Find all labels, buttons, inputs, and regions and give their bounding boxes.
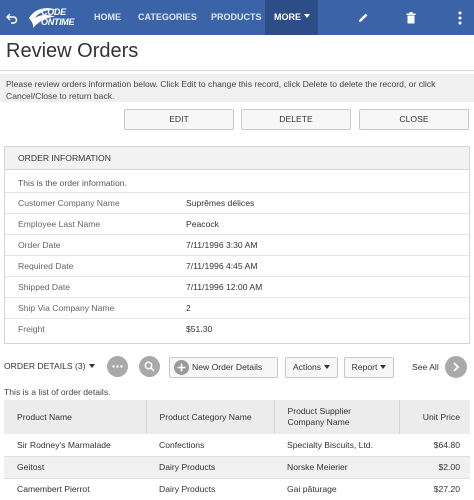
close-button[interactable]: CLOSE — [359, 109, 469, 130]
cell-unit-price: $27.20 — [399, 478, 470, 500]
new-order-details-label: New Order Details — [192, 362, 263, 372]
cell-product-name: Geitost — [4, 456, 146, 479]
nav-home[interactable]: HOME — [94, 0, 121, 35]
field-shipped-date[interactable]: Shipped Date 7/11/1996 12:00 AM — [5, 277, 469, 298]
cell-product-name: Camembert Pierrot — [4, 478, 146, 500]
logo-line-2: ONTIME — [41, 17, 75, 27]
table-row[interactable]: Geitost Dairy Products Norske Meierier $… — [4, 456, 470, 479]
trash-icon[interactable] — [397, 0, 425, 35]
more-vertical-icon[interactable] — [446, 0, 474, 35]
order-details-info: This is a list of order details. — [4, 387, 111, 397]
column-product-name[interactable]: Product Name — [4, 400, 147, 434]
cell-supplier: Norske Meierier — [274, 456, 399, 479]
field-label: Shipped Date — [18, 282, 71, 292]
chevron-right-icon[interactable] — [445, 356, 467, 378]
logo-line-1: CODE — [41, 7, 66, 17]
nav-categories[interactable]: CATEGORIES — [138, 0, 197, 35]
field-customer-company-name[interactable]: Customer Company Name Suprêmes délices — [5, 193, 469, 214]
top-navigation-bar: CODE ONTIME HOME CATEGORIES PRODUCTS MORE — [0, 0, 474, 35]
undo-icon[interactable] — [0, 0, 24, 35]
order-details-title[interactable]: ORDER DETAILS (3) — [4, 361, 95, 371]
field-value: 7/11/1996 12:00 AM — [186, 282, 263, 292]
column-unit-price[interactable]: Unit Price — [399, 400, 470, 434]
field-label: Ship Via Company Name — [18, 303, 115, 313]
order-information-header: ORDER INFORMATION — [5, 147, 469, 170]
field-value: 2 — [186, 303, 191, 313]
field-value: Suprêmes délices — [186, 198, 255, 208]
order-information-panel: ORDER INFORMATION This is the order info… — [4, 146, 470, 344]
table-row[interactable]: Sir Rodney's Marmalade Confections Speci… — [4, 434, 470, 457]
field-label: Employee Last Name — [18, 219, 101, 229]
order-information-text: This is the order information. — [5, 170, 469, 193]
chevron-down-icon — [88, 364, 95, 368]
nav-products[interactable]: PRODUCTS — [211, 0, 262, 35]
order-details-title-label: ORDER DETAILS (3) — [4, 361, 86, 371]
title-divider — [0, 70, 474, 71]
pencil-icon[interactable] — [349, 0, 377, 35]
nav-more-label: MORE — [274, 12, 301, 22]
cell-supplier: Gai pâturage — [274, 478, 399, 500]
actions-button[interactable]: Actions — [285, 357, 338, 378]
field-label: Customer Company Name — [18, 198, 120, 208]
field-label: Required Date — [18, 261, 74, 271]
column-product-supplier-company-name[interactable]: Product Supplier Company Name — [274, 400, 400, 434]
table-row[interactable]: Camembert Pierrot Dairy Products Gai pât… — [4, 478, 470, 500]
page-title: Review Orders — [6, 40, 139, 62]
delete-button[interactable]: DELETE — [241, 109, 351, 130]
field-freight[interactable]: Freight $51.30 — [5, 319, 469, 340]
cell-category: Dairy Products — [146, 478, 274, 500]
chevron-down-icon — [324, 365, 331, 369]
field-value: Peacock — [186, 219, 219, 229]
field-label: Order Date — [18, 240, 61, 250]
order-details-grid: Product Name Product Category Name Produ… — [4, 400, 470, 500]
nav-more[interactable]: MORE — [265, 0, 318, 35]
cell-category: Dairy Products — [146, 456, 274, 479]
report-button[interactable]: Report — [344, 357, 394, 378]
field-ship-via-company-name[interactable]: Ship Via Company Name 2 — [5, 298, 469, 319]
report-label: Report — [351, 362, 378, 372]
cell-unit-price: $64.80 — [399, 434, 470, 457]
field-order-date[interactable]: Order Date 7/11/1996 3:30 AM — [5, 235, 469, 256]
field-value: 7/11/1996 4:45 AM — [186, 261, 258, 271]
grid-header-row: Product Name Product Category Name Produ… — [4, 400, 470, 434]
chevron-down-icon — [380, 365, 387, 369]
chevron-down-icon — [304, 14, 310, 18]
cell-supplier: Specialty Biscuits, Ltd. — [274, 434, 399, 457]
field-value: 7/11/1996 3:30 AM — [186, 240, 258, 250]
see-all-link[interactable]: See All — [412, 362, 439, 372]
cell-unit-price: $2.00 — [399, 456, 470, 479]
field-label: Freight — [18, 324, 45, 334]
cell-category: Confections — [146, 434, 274, 457]
plus-icon — [174, 360, 189, 375]
field-value: $51.30 — [186, 324, 213, 334]
column-product-category-name[interactable]: Product Category Name — [146, 400, 275, 434]
more-horizontal-icon[interactable] — [107, 356, 128, 377]
new-order-details-button[interactable]: New Order Details — [169, 357, 278, 378]
edit-button[interactable]: EDIT — [124, 109, 234, 130]
actions-label: Actions — [292, 362, 322, 372]
search-icon[interactable] — [139, 356, 160, 377]
code-on-time-logo[interactable]: CODE ONTIME — [27, 4, 89, 31]
field-required-date[interactable]: Required Date 7/11/1996 4:45 AM — [5, 256, 469, 277]
cell-product-name: Sir Rodney's Marmalade — [4, 434, 146, 457]
page-description: Please review orders information below. … — [0, 74, 474, 102]
field-employee-last-name[interactable]: Employee Last Name Peacock — [5, 214, 469, 235]
